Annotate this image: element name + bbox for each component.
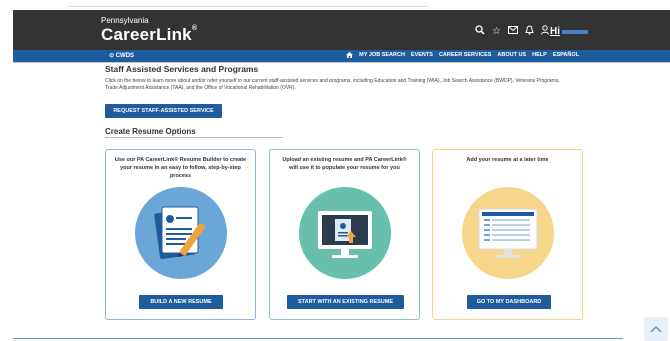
nav-espanol[interactable]: ESPAÑOL: [553, 52, 579, 60]
nav-my-job-search[interactable]: MY JOB SEARCH: [359, 52, 405, 60]
logo-state-text: Pennsylvania: [101, 16, 149, 25]
later-resume-text: Add your resume at a later time: [466, 157, 549, 163]
user-name-redacted: [562, 29, 588, 34]
nav-events[interactable]: EVENTS: [411, 52, 433, 60]
build-resume-text: Use our PA CareerLink® Resume Builder to…: [114, 157, 247, 179]
bottom-divider: [13, 338, 623, 339]
user-icon: [541, 25, 549, 38]
staff-services-title: Staff Assisted Services and Programs: [105, 64, 259, 74]
nav-career-services[interactable]: CAREER SERVICES: [439, 52, 491, 60]
resume-document-icon: [135, 187, 227, 279]
resume-options-title: Create Resume Options: [105, 127, 196, 136]
logo-registered: ®: [191, 25, 198, 32]
user-menu[interactable]: Hi: [541, 25, 588, 38]
build-new-resume-button[interactable]: BUILD A NEW RESUME: [139, 295, 223, 309]
nav-divider: [13, 62, 670, 63]
logo-main-text: CareerLink: [101, 25, 192, 44]
build-resume-card: Use our PA CareerLink® Resume Builder to…: [105, 149, 256, 320]
upload-monitor-icon: [299, 187, 391, 279]
site-header: Pennsylvania CareerLink® ☆ Hi: [13, 10, 670, 50]
existing-resume-text: Upload an existing resume and PA CareerL…: [282, 157, 407, 171]
nav-about-us[interactable]: ABOUT US: [497, 52, 526, 60]
main-nav: ⊙ CWDS MY JOB SEARCH EVENTS CAREER SERVI…: [13, 50, 670, 62]
cwds-link[interactable]: ⊙ CWDS: [109, 52, 134, 59]
home-icon[interactable]: [346, 52, 354, 60]
go-to-dashboard-button[interactable]: GO TO MY DASHBOARD: [467, 295, 551, 309]
scroll-to-top-button[interactable]: [644, 317, 668, 341]
cwds-icon: ⊙: [109, 53, 116, 59]
nav-links: MY JOB SEARCH EVENTS CAREER SERVICES ABO…: [346, 52, 579, 60]
header-icons: ☆ Hi: [475, 25, 588, 38]
existing-resume-card: Upload an existing resume and PA CareerL…: [269, 149, 420, 320]
request-staff-service-button[interactable]: REQUEST STAFF-ASSISTED SERVICE: [105, 104, 222, 118]
user-greeting: Hi: [550, 26, 560, 37]
resume-options-underline: [105, 137, 283, 138]
dashboard-monitor-icon: [462, 187, 554, 279]
cwds-label: CWDS: [115, 53, 135, 59]
staff-services-description: Click on the below to learn more about a…: [105, 78, 560, 91]
star-icon[interactable]: ☆: [492, 26, 501, 37]
start-existing-resume-button[interactable]: START WITH AN EXISTING RESUME: [287, 295, 404, 309]
nav-help[interactable]: HELP: [532, 52, 547, 60]
mail-icon[interactable]: [508, 26, 518, 37]
top-strip: [13, 0, 670, 10]
later-resume-card: Add your resume at a later time GO TO MY…: [432, 149, 583, 320]
logo-careerlink[interactable]: CareerLink®: [101, 25, 197, 45]
bell-icon[interactable]: [525, 25, 534, 38]
search-icon[interactable]: [475, 25, 485, 38]
top-divider: [68, 6, 428, 7]
chevron-up-icon: [650, 322, 662, 336]
